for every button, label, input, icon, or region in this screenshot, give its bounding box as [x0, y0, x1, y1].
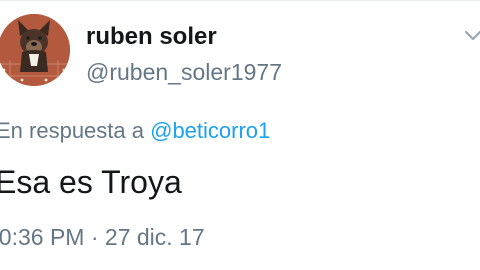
top-border: [0, 0, 480, 1]
reply-context: En respuesta a @beticorro1: [0, 116, 270, 146]
dog-avatar-icon: [0, 14, 70, 86]
profile-avatar[interactable]: [0, 14, 70, 86]
meta-separator: ·: [90, 224, 99, 250]
tweet-timestamp[interactable]: 10:36 PM · 27 dic. 17: [0, 222, 205, 252]
tweet-text: Esa es Troya: [0, 164, 182, 200]
display-name[interactable]: ruben soler: [86, 22, 282, 52]
tweet-date: 27 dic. 17: [104, 224, 205, 250]
tweet-author: ruben soler @ruben_soler1977: [86, 22, 282, 87]
chevron-down-icon[interactable]: [464, 30, 480, 42]
user-handle[interactable]: @ruben_soler1977: [86, 57, 282, 87]
tweet-time: 10:36 PM: [0, 224, 85, 250]
reply-prefix: En respuesta a: [0, 118, 144, 143]
reply-mention-link[interactable]: @beticorro1: [150, 118, 270, 143]
